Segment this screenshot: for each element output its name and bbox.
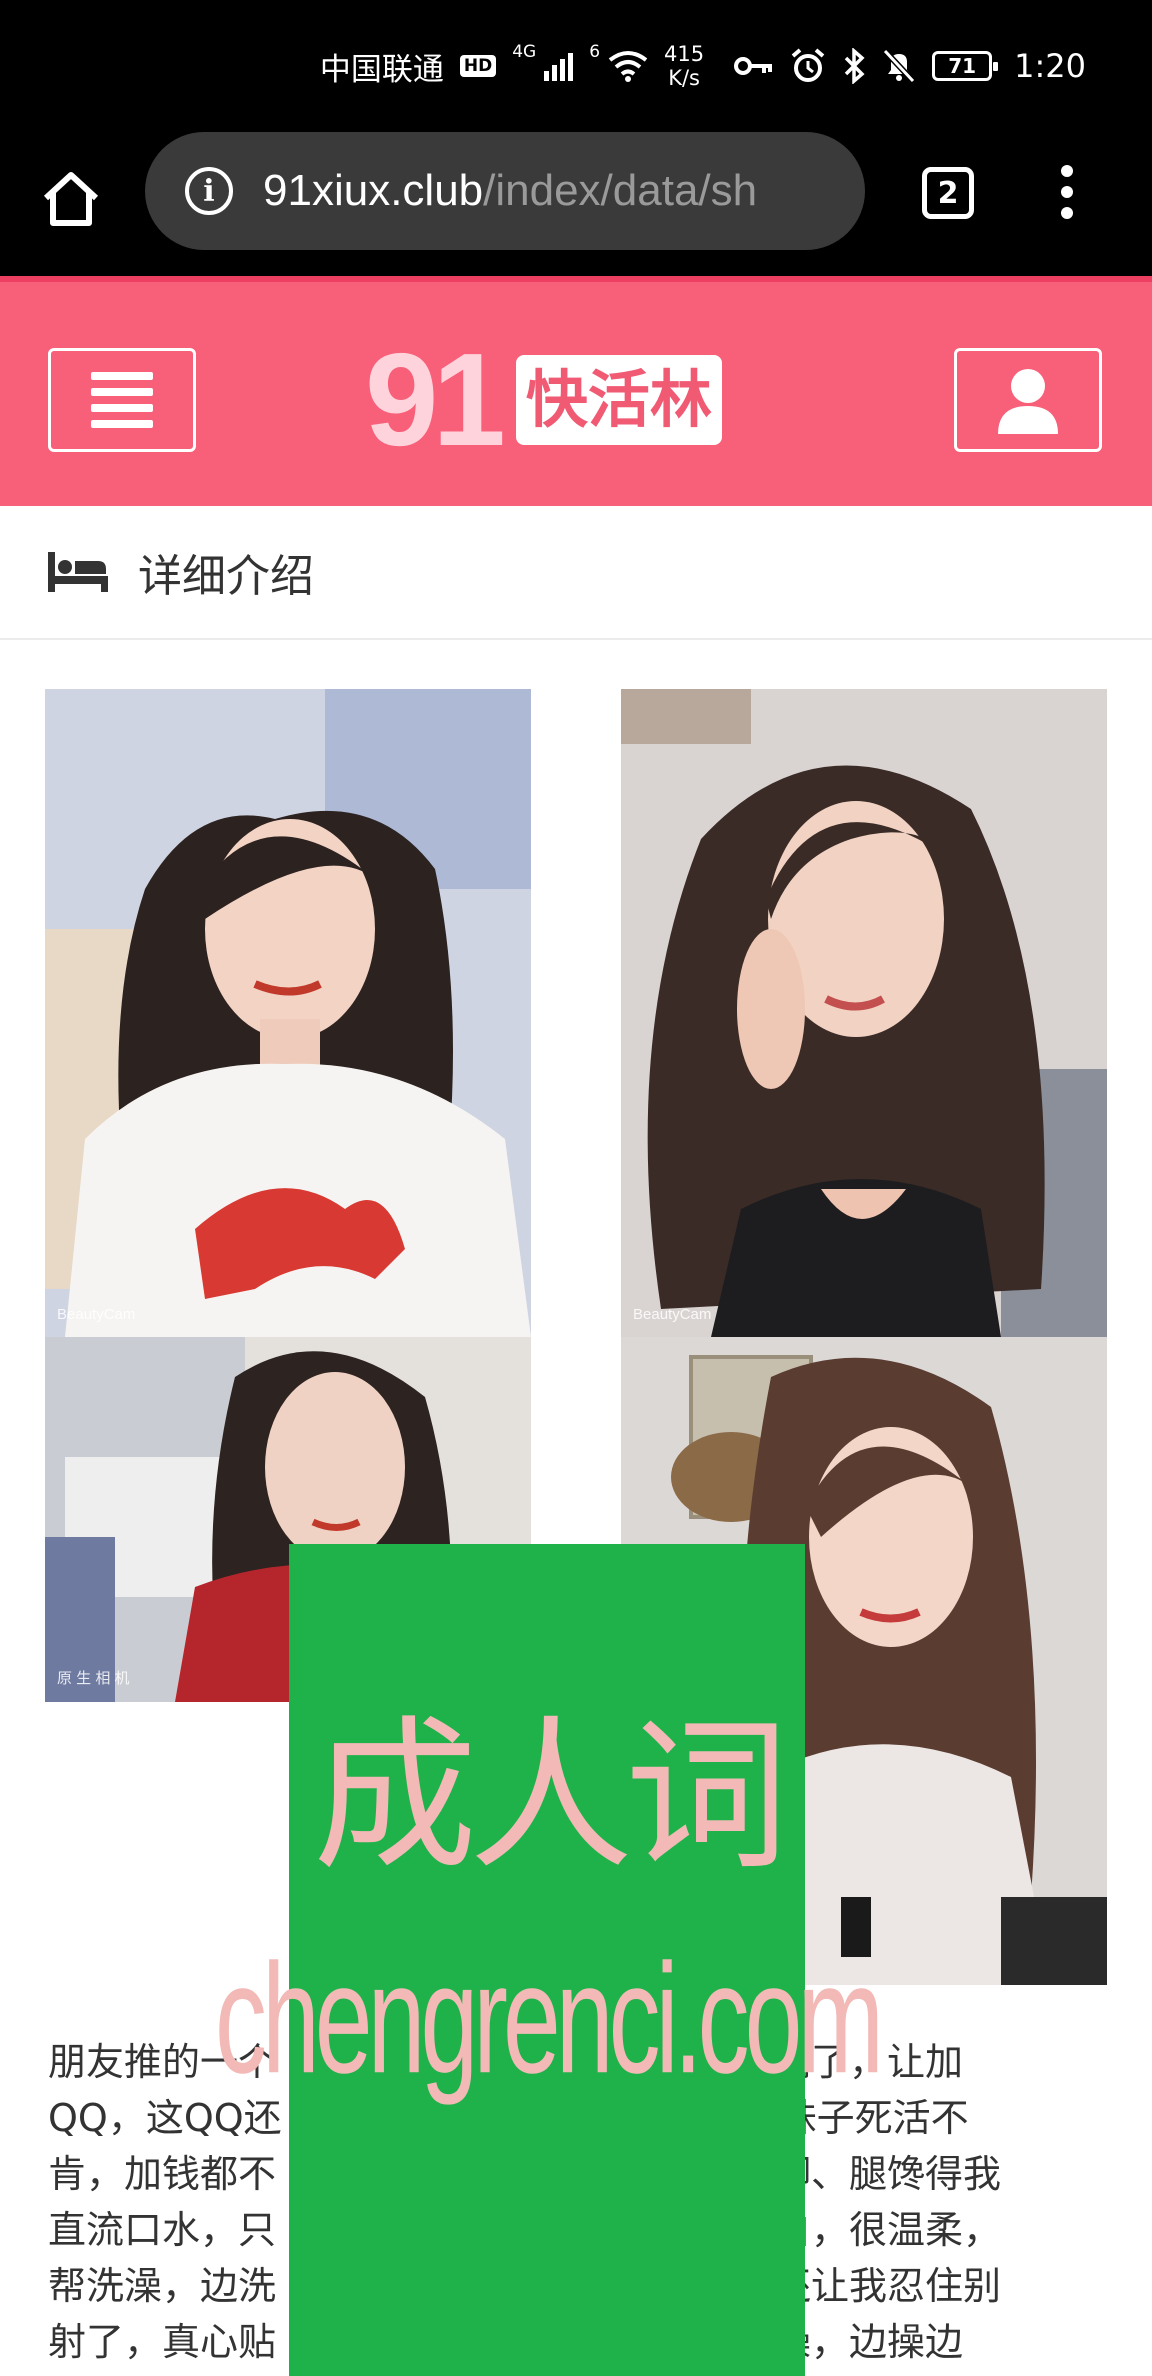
watermark-text-cn: 成人词 [312,1701,789,1892]
site-logo[interactable]: 91 快活林 [365,334,722,466]
section-title: 详细介绍 [138,551,314,602]
watermark-overlay: 成人词 chengrenci.com [215,1544,884,2376]
wifi-icon [608,51,648,82]
wifi-label: 6 [589,42,601,62]
photo-caption: BeautyCam [633,1306,712,1323]
clock: 1:20 [1014,47,1086,85]
signal-icon [544,51,574,81]
user-account-button[interactable] [954,348,1102,452]
url-path: /index/data/sh [483,166,758,215]
more-menu-icon[interactable] [1055,165,1079,225]
photo-caption: 原 生 相 机 [57,1670,130,1687]
status-bar: 中国联通 HD 4G 6 415 K/s 71 1:20 [0,0,1152,132]
info-icon[interactable]: i [185,167,233,215]
hamburger-icon [91,364,153,436]
network-speed: 415 K/s [664,42,704,90]
hd-badge: HD [459,55,497,77]
watermark-text-en: chengrenci.com [214,1932,884,2107]
section-header: 详细介绍 [0,506,1152,640]
url-host: 91xiux.club [263,166,484,215]
carrier-name: 中国联通 [319,51,444,88]
logo-text: 快活林 [515,355,722,445]
address-bar[interactable]: i 91xiux.club/index/data/sh [145,132,865,250]
bluetooth-icon [844,48,865,84]
alarm-icon [791,48,825,82]
speed-unit: K/s [668,66,700,90]
battery-indicator: 71 [932,51,999,81]
home-icon[interactable] [40,168,102,230]
bed-icon [48,552,108,592]
photo-caption: BeautyCam [57,1306,136,1323]
photo-2[interactable]: BeautyCam [621,689,1107,1337]
site-header: 91 快活林 [0,276,1152,506]
key-icon [734,57,773,75]
nav-menu-button[interactable] [48,348,196,452]
logo-number: 91 [365,326,506,473]
url-text[interactable]: 91xiux.club/index/data/sh [263,166,757,216]
network-type: 4G [512,42,537,62]
browser-toolbar: i 91xiux.club/index/data/sh 2 [0,132,1152,276]
photo-1[interactable]: BeautyCam [45,689,531,1337]
screen: 中国联通 HD 4G 6 415 K/s 71 1:20 i 91xiux.cl… [0,0,1152,2376]
tab-switcher-button[interactable]: 2 [922,167,974,219]
speed-value: 415 [664,42,705,66]
user-icon [998,369,1058,434]
mute-icon [882,48,916,84]
